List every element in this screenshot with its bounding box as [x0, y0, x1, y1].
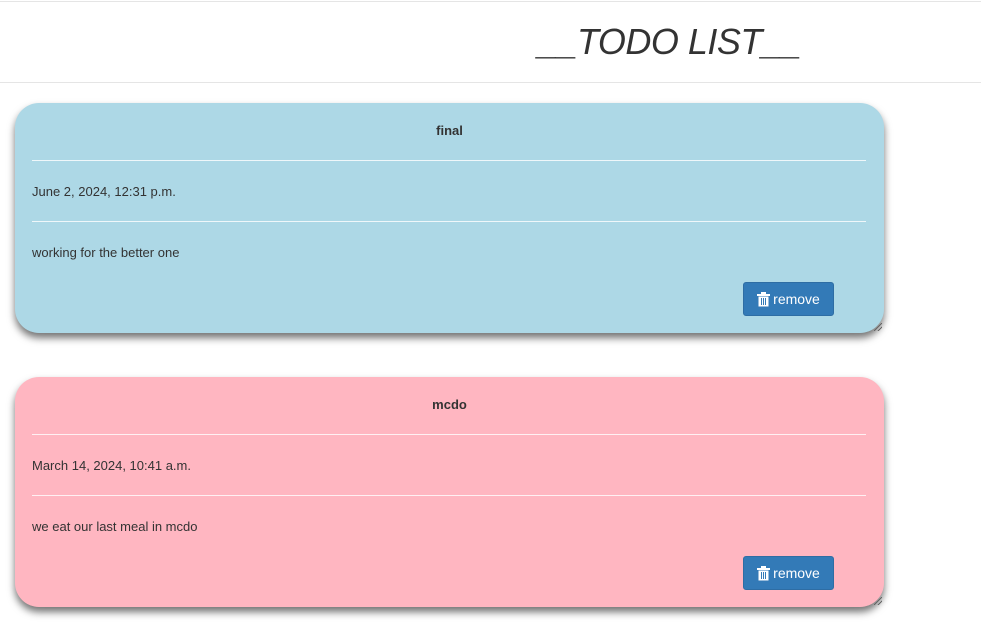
page-header: __TODO LIST__: [0, 1, 981, 83]
resize-handle[interactable]: [874, 597, 882, 605]
divider: [32, 434, 866, 435]
todo-card: mcdo March 14, 2024, 10:41 a.m. we eat o…: [15, 377, 884, 607]
todo-date: March 14, 2024, 10:41 a.m.: [32, 458, 191, 473]
divider: [32, 221, 866, 222]
remove-label: remove: [773, 565, 820, 581]
divider: [32, 160, 866, 161]
todo-name: mcdo: [432, 397, 467, 412]
resize-handle[interactable]: [874, 323, 882, 331]
remove-button[interactable]: remove: [743, 282, 834, 316]
trash-icon: [757, 565, 771, 580]
page-title: __TODO LIST__: [538, 21, 801, 62]
todo-card: final June 2, 2024, 12:31 p.m. working f…: [15, 103, 884, 333]
remove-label: remove: [773, 291, 820, 307]
todo-description: we eat our last meal in mcdo: [32, 519, 198, 534]
remove-button[interactable]: remove: [743, 556, 834, 590]
todo-date: June 2, 2024, 12:31 p.m.: [32, 184, 176, 199]
trash-icon: [757, 291, 771, 306]
todo-name: final: [436, 123, 463, 138]
todo-description: working for the better one: [32, 245, 180, 260]
divider: [32, 495, 866, 496]
